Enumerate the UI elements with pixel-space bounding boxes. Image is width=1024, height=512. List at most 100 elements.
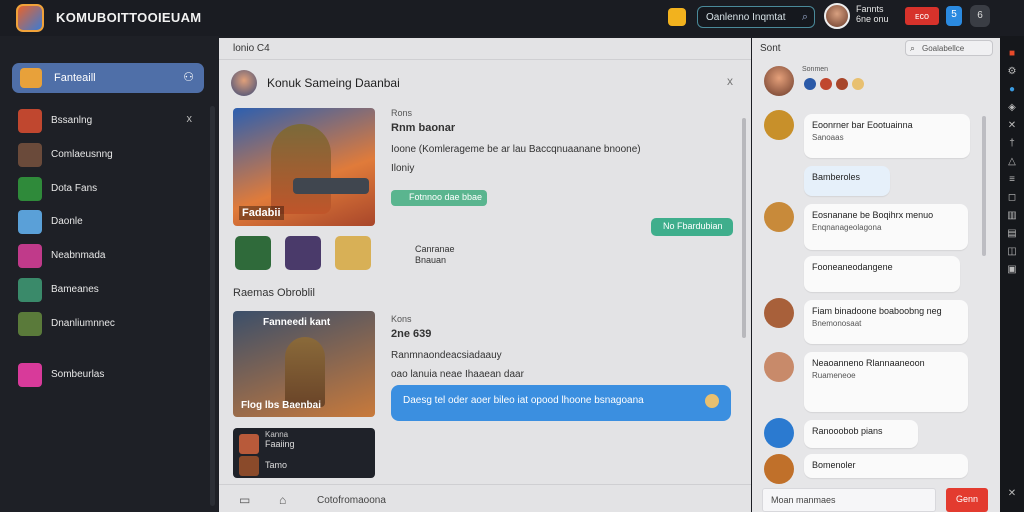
avatar[interactable] <box>764 298 794 328</box>
archive-icon[interactable]: ▣ <box>1006 264 1018 276</box>
sidebar-item-active[interactable]: Fanteaill ⚇ <box>12 63 204 93</box>
sidebar-item[interactable]: Comlaeusnng <box>18 143 198 167</box>
chart-icon[interactable]: ▤ <box>1006 228 1018 240</box>
share-icon[interactable]: ⌂ <box>279 493 286 507</box>
app-logo <box>16 4 44 32</box>
post-info: Kons 2ne 639 Ranmnaondeacsiadaauy oao la… <box>391 314 731 380</box>
main-scrollbar[interactable] <box>742 118 746 338</box>
user-icon[interactable]: ⚇ <box>183 70 194 84</box>
sidebar-item-label: Sombeurlas <box>51 369 105 380</box>
user-status: 6ne onu <box>856 14 889 24</box>
post-info: Rons Rnm baonar Ioone (Komlerageme be ar… <box>391 108 671 174</box>
settings-icon[interactable]: ⚙ <box>1006 66 1018 78</box>
message-bubble[interactable]: Fiam binadoone boaboobng neg Bnemonosaat <box>804 300 968 344</box>
right-toolbar: ■ ⚙ ● ◈ ✕ † △ ≡ ◻ ▥ ▤ ◫ ▣ ✕ <box>1000 36 1024 512</box>
flag-icon[interactable]: ■ <box>1006 48 1018 60</box>
post-image[interactable]: Fanneedi kant Flog lbs Baenbai <box>233 311 375 417</box>
game-thumbnail-icon <box>18 210 42 234</box>
settings-button[interactable]: 6 <box>970 5 990 27</box>
message-bubble[interactable]: Bamberoles <box>804 166 890 196</box>
mini-card[interactable]: Kanna Faaiing Tamo <box>233 428 375 478</box>
right-top-user: Sonmen <box>764 66 984 96</box>
close-icon[interactable]: x <box>187 113 193 125</box>
game-thumbnail-icon <box>20 68 42 88</box>
sidebar-item[interactable]: Neabnmada <box>18 244 198 268</box>
emoji-icon[interactable] <box>705 394 719 408</box>
message-bubble[interactable]: Eoonrner bar Eootuainna Sanoaas <box>804 114 970 158</box>
sidebar-item-label: Dnanliumnnec <box>51 318 115 329</box>
right-scrollbar[interactable] <box>982 116 986 256</box>
chat-title: Konuk Sameing Daanbai <box>267 76 400 90</box>
chat-avatar[interactable] <box>231 70 257 96</box>
post-image[interactable]: Fadabii <box>233 108 375 226</box>
avatar[interactable] <box>764 352 794 382</box>
message-text: Bomenoler <box>812 460 856 470</box>
message-bubble[interactable]: Ranooobob pians <box>804 420 918 448</box>
dice-icon[interactable]: ◈ <box>1006 102 1018 114</box>
sword-icon[interactable]: † <box>1006 138 1018 150</box>
message-icon[interactable]: ◻ <box>1006 192 1018 204</box>
search-icon[interactable]: ⌕ <box>802 11 808 24</box>
send-button[interactable]: Genn <box>946 488 988 512</box>
status-dot <box>804 78 816 90</box>
thumbnail-icon <box>239 434 259 454</box>
right-search-input[interactable]: ⌕ Goalabellce <box>905 40 993 56</box>
live-button[interactable]: ᴇᴄᴏ <box>905 7 939 25</box>
sidebar-item[interactable]: Bssanlng x <box>18 109 198 133</box>
message-subtext: Bnemonosaat <box>812 319 862 328</box>
soldier-figure <box>285 337 325 407</box>
user-avatar[interactable] <box>824 3 850 29</box>
join-pill[interactable]: Fotnnoo dae bbae <box>391 190 487 206</box>
chat-icon[interactable]: ● <box>1006 84 1018 96</box>
sidebar-item[interactable]: Bameanes <box>18 278 198 302</box>
chat-header: Konuk Sameing Daanbai x <box>231 70 739 96</box>
message-text: Fooneaneodangene <box>812 262 893 272</box>
status-dot <box>836 78 848 90</box>
right-search-label: Goalabellce <box>922 44 965 53</box>
post-title: Rnm baonar <box>391 122 456 134</box>
right-panel: Sont ⌕ Goalabellce Sonmen Eoonrner bar E… <box>752 38 1000 512</box>
post-line: oao lanuia neae Ihaaean daar <box>391 369 524 380</box>
close-icon[interactable]: x <box>727 74 733 88</box>
message-text: Bamberoles <box>812 172 861 182</box>
coin-icon[interactable] <box>668 8 686 26</box>
post-meta: Kons <box>391 314 412 324</box>
alert-icon[interactable]: △ <box>1006 156 1018 168</box>
notification-button[interactable]: 5 <box>946 6 962 26</box>
message-bubble[interactable]: Eosnanane be Boqihrx menuo Enqnanageolag… <box>804 204 968 250</box>
sidebar-item-label: Bssanlng <box>51 115 93 126</box>
sidebar-scrollbar[interactable] <box>210 106 215 506</box>
game-thumbnail-icon <box>18 177 42 201</box>
top-search-input[interactable]: Oanlenno Inqmtat ⌕ <box>697 6 815 28</box>
post-meta: Rons <box>391 108 413 118</box>
avatar[interactable] <box>764 202 794 232</box>
avatar[interactable] <box>764 66 794 96</box>
reply-bubble[interactable]: No Fbardubian <box>651 218 733 236</box>
sidebar: Fanteaill ⚇ Bssanlng x Comlaeusnng Dota … <box>0 36 218 512</box>
message-bubble[interactable]: Daesg tel oder aoer bileo iat opood lhoo… <box>391 385 731 421</box>
chat-icon[interactable]: ▭ <box>239 493 250 507</box>
tools-icon[interactable]: ✕ <box>1006 120 1018 132</box>
thumbnail-icon[interactable] <box>335 236 371 270</box>
thumbnail-icon[interactable] <box>235 236 271 270</box>
message-subtext: Sanoaas <box>812 133 844 142</box>
book-icon[interactable]: ▥ <box>1006 210 1018 222</box>
tools-icon[interactable]: ✕ <box>1006 488 1018 500</box>
message-bubble[interactable]: Neaoanneno Rlannaaneoon Ruameneoe <box>804 352 968 412</box>
layers-icon[interactable]: ◫ <box>1006 246 1018 258</box>
sidebar-item[interactable]: Sombeurlas <box>18 363 198 387</box>
mini-card-label: Faaiing <box>265 439 295 449</box>
sidebar-item[interactable]: Dnanliumnnec <box>18 312 198 336</box>
message-bubble[interactable]: Fooneaneodangene <box>804 256 960 292</box>
message-text: Fiam binadoone boaboobng neg <box>812 306 942 316</box>
sidebar-item[interactable]: Dota Fans <box>18 177 198 201</box>
thumbnail-icon[interactable] <box>285 236 321 270</box>
avatar[interactable] <box>764 454 794 484</box>
right-title: Sont <box>760 43 781 54</box>
list-icon[interactable]: ≡ <box>1006 174 1018 186</box>
avatar[interactable] <box>764 418 794 448</box>
message-bubble[interactable]: Bomenoler <box>804 454 968 478</box>
avatar[interactable] <box>764 110 794 140</box>
sidebar-item[interactable]: Daonle <box>18 210 198 234</box>
message-input[interactable]: Moan manmaes <box>762 488 936 512</box>
